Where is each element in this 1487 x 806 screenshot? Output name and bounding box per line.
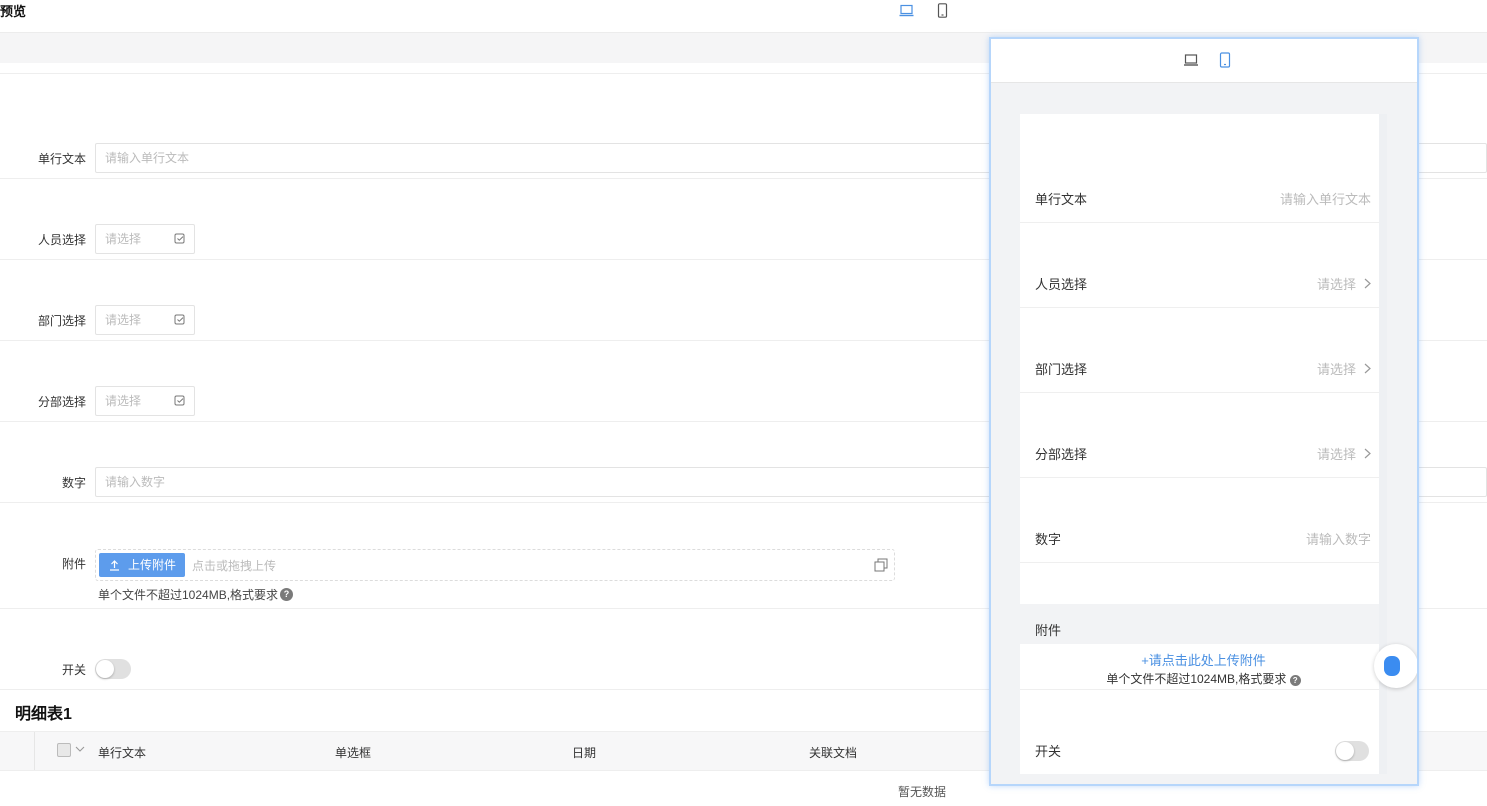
laptop-icon[interactable]: [898, 2, 914, 18]
mobile-attachment-header: 附件: [1020, 604, 1387, 644]
branch-select-placeholder: 请选择: [105, 394, 142, 408]
upload-hint: 点击或拖拽上传: [192, 559, 277, 573]
mobile-field-label: 单行文本: [1035, 192, 1088, 207]
debug-float-button[interactable]: [1374, 644, 1417, 688]
copy-icon[interactable]: [874, 558, 888, 572]
column-header: 日期: [572, 746, 597, 760]
mobile-field-value: 请输入单行文本: [1280, 189, 1371, 208]
branch-select-input[interactable]: 请选择: [95, 386, 195, 416]
chevron-down-icon[interactable]: [75, 744, 85, 754]
person-select-input[interactable]: 请选择: [95, 224, 195, 254]
dept-select-input[interactable]: 请选择: [95, 305, 195, 335]
upload-note: 单个文件不超过1024MB,格式要求 ?: [98, 586, 294, 603]
mobile-field-branch-select[interactable]: 分部选择 请选择: [1020, 394, 1387, 478]
dept-select-placeholder: 请选择: [105, 313, 142, 327]
mobile-field-value: 请输入数字: [1306, 529, 1371, 548]
phone-icon[interactable]: [1217, 52, 1233, 68]
column-header: 关联文档: [809, 746, 858, 760]
mobile-field-number[interactable]: 数字 请输入数字: [1020, 479, 1387, 563]
mobile-field-label: 人员选择: [1035, 277, 1088, 292]
empty-state-text: 暂无数据: [898, 785, 947, 799]
upload-dropzone[interactable]: 上传附件 点击或拖拽上传: [95, 549, 895, 581]
help-icon[interactable]: ?: [280, 588, 294, 601]
branch-select-label: 分部选择: [37, 395, 86, 409]
page-title: 预览: [0, 4, 27, 19]
dept-select-label: 部门选择: [37, 314, 86, 328]
mobile-switch-toggle[interactable]: [1335, 741, 1369, 761]
person-select-placeholder: 请选择: [105, 232, 142, 246]
mobile-field-label: 分部选择: [1035, 447, 1088, 462]
upload-button[interactable]: 上传附件: [99, 553, 185, 577]
switch-label: 开关: [61, 663, 86, 677]
mobile-field-value: 请选择: [1317, 274, 1371, 293]
select-picker-icon: [174, 314, 185, 325]
help-icon[interactable]: ?: [1289, 675, 1301, 686]
attachment-label: 附件: [61, 557, 86, 571]
mobile-preview-toolbar: [991, 39, 1417, 83]
mobile-field-placeholder: 请选择: [1316, 447, 1356, 462]
bug-icon: [1384, 656, 1400, 676]
number-label: 数字: [61, 476, 86, 490]
view-toggle: [898, 2, 950, 18]
mobile-field-label: 数字: [1035, 532, 1062, 547]
select-picker-icon: [174, 233, 185, 244]
upload-button-label: 上传附件: [128, 558, 177, 572]
detail-table-title: 明细表1: [15, 706, 72, 723]
chevron-right-icon: [1364, 278, 1371, 289]
mobile-attachment-label: 附件: [1035, 623, 1062, 638]
upload-icon: [110, 559, 119, 571]
phone-screen: 单行文本 请输入单行文本 人员选择 请选择 部门选择 请选择 分部选择 请选择 …: [1020, 114, 1387, 774]
mobile-preview-panel: 单行文本 请输入单行文本 人员选择 请选择 部门选择 请选择 分部选择 请选择 …: [989, 37, 1419, 786]
mobile-field-placeholder: 请选择: [1316, 362, 1356, 377]
chevron-right-icon: [1364, 448, 1371, 459]
select-picker-icon: [174, 395, 185, 406]
select-all-checkbox[interactable]: [57, 743, 71, 757]
mobile-field-switch: 开关: [1020, 690, 1387, 774]
mobile-upload-link[interactable]: +请点击此处上传附件: [1020, 650, 1387, 669]
mobile-field-placeholder: 请输入单行文本: [1279, 192, 1371, 207]
mobile-field-dept-select[interactable]: 部门选择 请选择: [1020, 309, 1387, 393]
chevron-right-icon: [1364, 363, 1371, 374]
mobile-field-single-text[interactable]: 单行文本 请输入单行文本: [1020, 139, 1387, 223]
single-text-label: 单行文本: [37, 152, 86, 166]
person-select-label: 人员选择: [37, 233, 86, 247]
mobile-field-placeholder: 请选择: [1316, 277, 1356, 292]
mobile-upload-note: 单个文件不超过1024MB,格式要求 ?: [1020, 670, 1387, 687]
mobile-field-label: 部门选择: [1035, 362, 1088, 377]
upload-note-text: 单个文件不超过1024MB,格式要求: [98, 588, 279, 602]
mobile-field-value: 请选择: [1317, 359, 1371, 378]
mobile-switch-label: 开关: [1035, 744, 1062, 759]
mobile-upload-note-text: 单个文件不超过1024MB,格式要求: [1106, 672, 1287, 686]
mobile-field-value: 请选择: [1317, 444, 1371, 463]
switch-toggle[interactable]: [95, 659, 131, 679]
divider: [34, 732, 35, 770]
mobile-field-placeholder: 请输入数字: [1305, 532, 1371, 547]
mobile-field-person-select[interactable]: 人员选择 请选择: [1020, 224, 1387, 308]
phone-icon[interactable]: [934, 2, 950, 18]
column-header: 单选框: [335, 746, 372, 760]
mobile-upload-area: +请点击此处上传附件 单个文件不超过1024MB,格式要求 ?: [1020, 644, 1387, 690]
laptop-icon[interactable]: [1183, 52, 1199, 68]
column-header: 单行文本: [98, 746, 147, 760]
